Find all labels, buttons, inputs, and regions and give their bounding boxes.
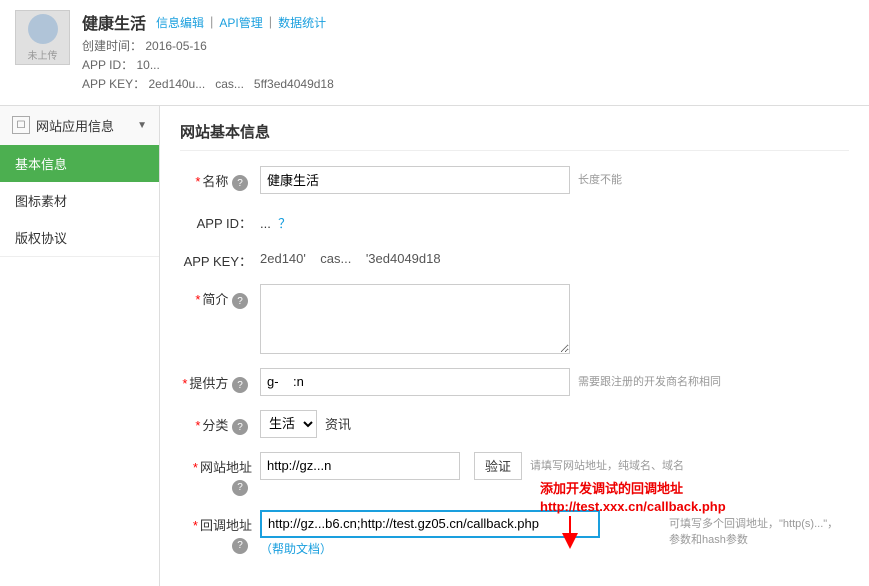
- app-id-header-row: APP ID： 10...: [82, 56, 854, 75]
- app-key-header-value: 2ed140u... cas... 5ff3ed4049d18: [149, 77, 334, 91]
- section-title: 网站基本信息: [180, 121, 849, 151]
- chevron-down-icon: ▼: [137, 120, 147, 131]
- website-note: 请填写网站地址，纯域名、域名: [530, 452, 684, 473]
- app-key-value: 2ed140' cas... '3ed4049d18: [260, 246, 441, 266]
- sidebar-section-label: 网站应用信息: [36, 116, 114, 135]
- app-name: 健康生活: [82, 10, 146, 34]
- desc-help-icon[interactable]: ?: [232, 293, 248, 309]
- name-input[interactable]: [260, 166, 570, 194]
- app-nav-links: 信息编辑 | API管理 | 数据统计: [156, 14, 326, 31]
- created-value: 2016-05-16: [145, 39, 206, 53]
- avatar-image: [28, 14, 58, 44]
- nav-api-manage[interactable]: API管理: [219, 14, 262, 31]
- sidebar-item-basic[interactable]: 基本信息: [0, 145, 159, 182]
- category-select[interactable]: 生活 资讯 娱乐 工具: [260, 410, 317, 438]
- name-row: *名称 ? 长度不能: [180, 166, 849, 194]
- website-controls: 验证: [260, 452, 522, 480]
- app-key-header-label: APP KEY：: [82, 77, 145, 91]
- not-uploaded-label: 未上传: [28, 47, 58, 62]
- nav-info-edit[interactable]: 信息编辑: [156, 14, 204, 31]
- sidebar-item-icon-label: 图标素材: [15, 194, 67, 209]
- category-label: *分类 ?: [180, 410, 260, 436]
- website-row: *网站地址 ? 验证 请填写网站地址，纯域名、域名: [180, 452, 849, 496]
- callback-label: *回调地址 ?: [180, 510, 260, 554]
- provider-row: *提供方 ? 需要跟注册的开发商名称相同: [180, 368, 849, 396]
- sidebar-icon: ☐: [12, 116, 30, 134]
- sidebar-item-icon[interactable]: 图标素材: [0, 182, 159, 219]
- app-id-row: APP ID： ... ？: [180, 208, 849, 232]
- category-controls: 生活 资讯 娱乐 工具 资讯: [260, 410, 351, 438]
- separator1: |: [210, 14, 213, 31]
- app-info: 健康生活 信息编辑 | API管理 | 数据统计 创建时间： 2016-05-1…: [82, 10, 854, 95]
- name-help-icon[interactable]: ?: [232, 175, 248, 191]
- desc-textarea[interactable]: [260, 284, 570, 354]
- website-input[interactable]: [260, 452, 460, 480]
- app-meta: 创建时间： 2016-05-16 APP ID： 10... APP KEY： …: [82, 37, 854, 95]
- separator2: |: [269, 14, 272, 31]
- category-help-icon[interactable]: ?: [232, 419, 248, 435]
- app-avatar: 未上传: [15, 10, 70, 65]
- app-key-label: APP KEY：: [180, 246, 260, 270]
- category-extra: 资讯: [325, 414, 351, 433]
- help-doc-link[interactable]: （帮助文档）: [260, 540, 661, 557]
- sidebar: ☐ 网站应用信息 ▼ 基本信息 图标素材 版权协议: [0, 106, 160, 586]
- sidebar-section-header[interactable]: ☐ 网站应用信息 ▼: [0, 106, 159, 145]
- app-id-header-label: APP ID：: [82, 58, 133, 72]
- desc-label: *简介 ?: [180, 284, 260, 310]
- content-area: 网站基本信息 *名称 ? 长度不能 APP ID： ... ？ APP KEY：…: [160, 106, 869, 586]
- sidebar-item-copyright[interactable]: 版权协议: [0, 219, 159, 256]
- desc-row: *简介 ?: [180, 284, 849, 354]
- provider-label: *提供方 ?: [180, 368, 260, 394]
- verify-button[interactable]: 验证: [474, 452, 522, 480]
- app-id-header-value: 10...: [136, 58, 159, 72]
- name-label: *名称 ?: [180, 166, 260, 192]
- app-key-header-row: APP KEY： 2ed140u... cas... 5ff3ed4049d18: [82, 75, 854, 94]
- main-layout: ☐ 网站应用信息 ▼ 基本信息 图标素材 版权协议 网站基本信息 *名称 ?: [0, 106, 869, 586]
- created-label: 创建时间：: [82, 39, 142, 53]
- created-row: 创建时间： 2016-05-16: [82, 37, 854, 56]
- website-label: *网站地址 ?: [180, 452, 260, 496]
- category-row: *分类 ? 生活 资讯 娱乐 工具 资讯: [180, 410, 849, 438]
- app-id-value: ... ？: [260, 208, 291, 232]
- nav-data-stats[interactable]: 数据统计: [278, 14, 326, 31]
- sidebar-item-basic-label: 基本信息: [15, 157, 67, 172]
- sidebar-item-copyright-label: 版权协议: [15, 231, 67, 246]
- required-star: *: [195, 174, 200, 189]
- sidebar-section: ☐ 网站应用信息 ▼ 基本信息 图标素材 版权协议: [0, 106, 159, 257]
- app-title-row: 健康生活 信息编辑 | API管理 | 数据统计: [82, 10, 854, 34]
- website-help-icon[interactable]: ?: [232, 480, 248, 496]
- callback-note: 可填写多个回调地址，"http(s)..."，参数和hash参数: [669, 510, 849, 547]
- provider-help-icon[interactable]: ?: [232, 377, 248, 393]
- top-header: 未上传 健康生活 信息编辑 | API管理 | 数据统计 创建时间： 2016-…: [0, 0, 869, 106]
- name-note: 长度不能: [578, 166, 622, 187]
- app-id-label: APP ID：: [180, 208, 260, 232]
- app-key-row: APP KEY： 2ed140' cas... '3ed4049d18: [180, 246, 849, 270]
- provider-note: 需要跟注册的开发商名称相同: [578, 368, 721, 389]
- callback-help-icon[interactable]: ?: [232, 538, 248, 554]
- provider-input[interactable]: [260, 368, 570, 396]
- callback-input[interactable]: [260, 510, 600, 538]
